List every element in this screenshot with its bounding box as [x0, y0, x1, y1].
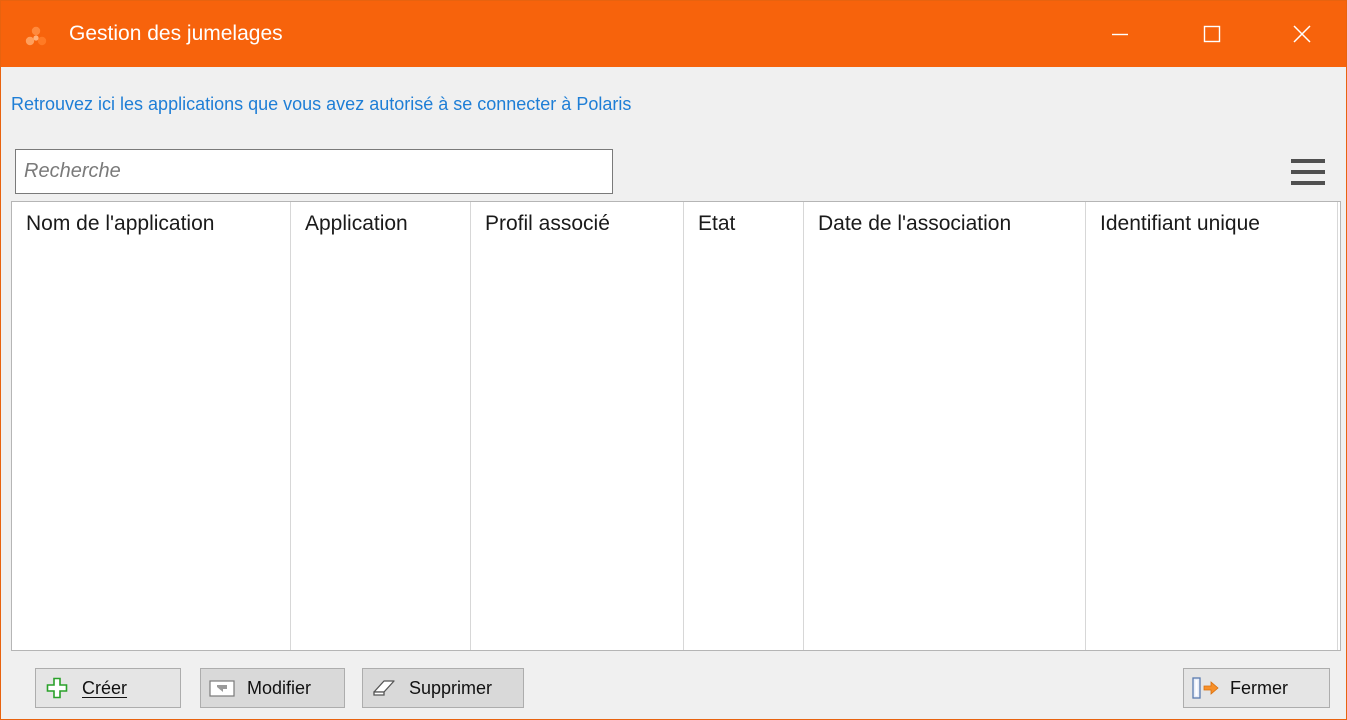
- app-logo-icon: [25, 26, 47, 46]
- modify-button[interactable]: Modifier: [200, 668, 345, 708]
- exit-door-icon: [1190, 676, 1220, 700]
- close-window-button[interactable]: [1256, 1, 1346, 67]
- column-header[interactable]: Identifiant unique: [1086, 212, 1337, 236]
- column-date-association: Date de l'association: [804, 202, 1086, 650]
- maximize-button[interactable]: [1166, 1, 1258, 67]
- modify-button-label: Modifier: [247, 677, 312, 698]
- column-header[interactable]: Date de l'association: [804, 212, 1085, 236]
- close-dialog-button[interactable]: Fermer: [1183, 668, 1330, 708]
- search-input[interactable]: [15, 149, 613, 194]
- column-nom-application: Nom de l'application: [12, 202, 291, 650]
- window-title: Gestion des jumelages: [69, 22, 283, 45]
- column-profil-associe: Profil associé: [471, 202, 684, 650]
- applications-table[interactable]: Nom de l'application Application Profil …: [11, 201, 1341, 651]
- create-button-label: Créer: [82, 677, 128, 698]
- close-icon: [1293, 25, 1311, 43]
- column-header[interactable]: Application: [291, 212, 470, 236]
- edit-icon: [207, 677, 237, 699]
- column-identifiant-unique: Identifiant unique: [1086, 202, 1338, 650]
- delete-button-label: Supprimer: [409, 677, 493, 698]
- delete-button[interactable]: Supprimer: [362, 668, 524, 708]
- close-dialog-button-label: Fermer: [1230, 677, 1288, 698]
- hamburger-menu-icon[interactable]: [1289, 156, 1329, 188]
- column-header[interactable]: Etat: [684, 212, 803, 236]
- create-button[interactable]: Créer: [35, 668, 181, 708]
- column-application: Application: [291, 202, 471, 650]
- info-text: Retrouvez ici les applications que vous …: [11, 94, 632, 114]
- title-bar[interactable]: Gestion des jumelages: [1, 1, 1346, 67]
- column-header[interactable]: Profil associé: [471, 212, 683, 236]
- column-header[interactable]: Nom de l'application: [12, 212, 290, 236]
- column-etat: Etat: [684, 202, 804, 650]
- dialog-window: Gestion des jumelages Retrouvez ici les …: [0, 0, 1347, 720]
- minimize-icon: [1112, 33, 1128, 36]
- eraser-icon: [369, 677, 399, 699]
- minimize-button[interactable]: [1074, 1, 1166, 67]
- plus-icon: [42, 677, 72, 699]
- maximize-icon: [1203, 25, 1221, 43]
